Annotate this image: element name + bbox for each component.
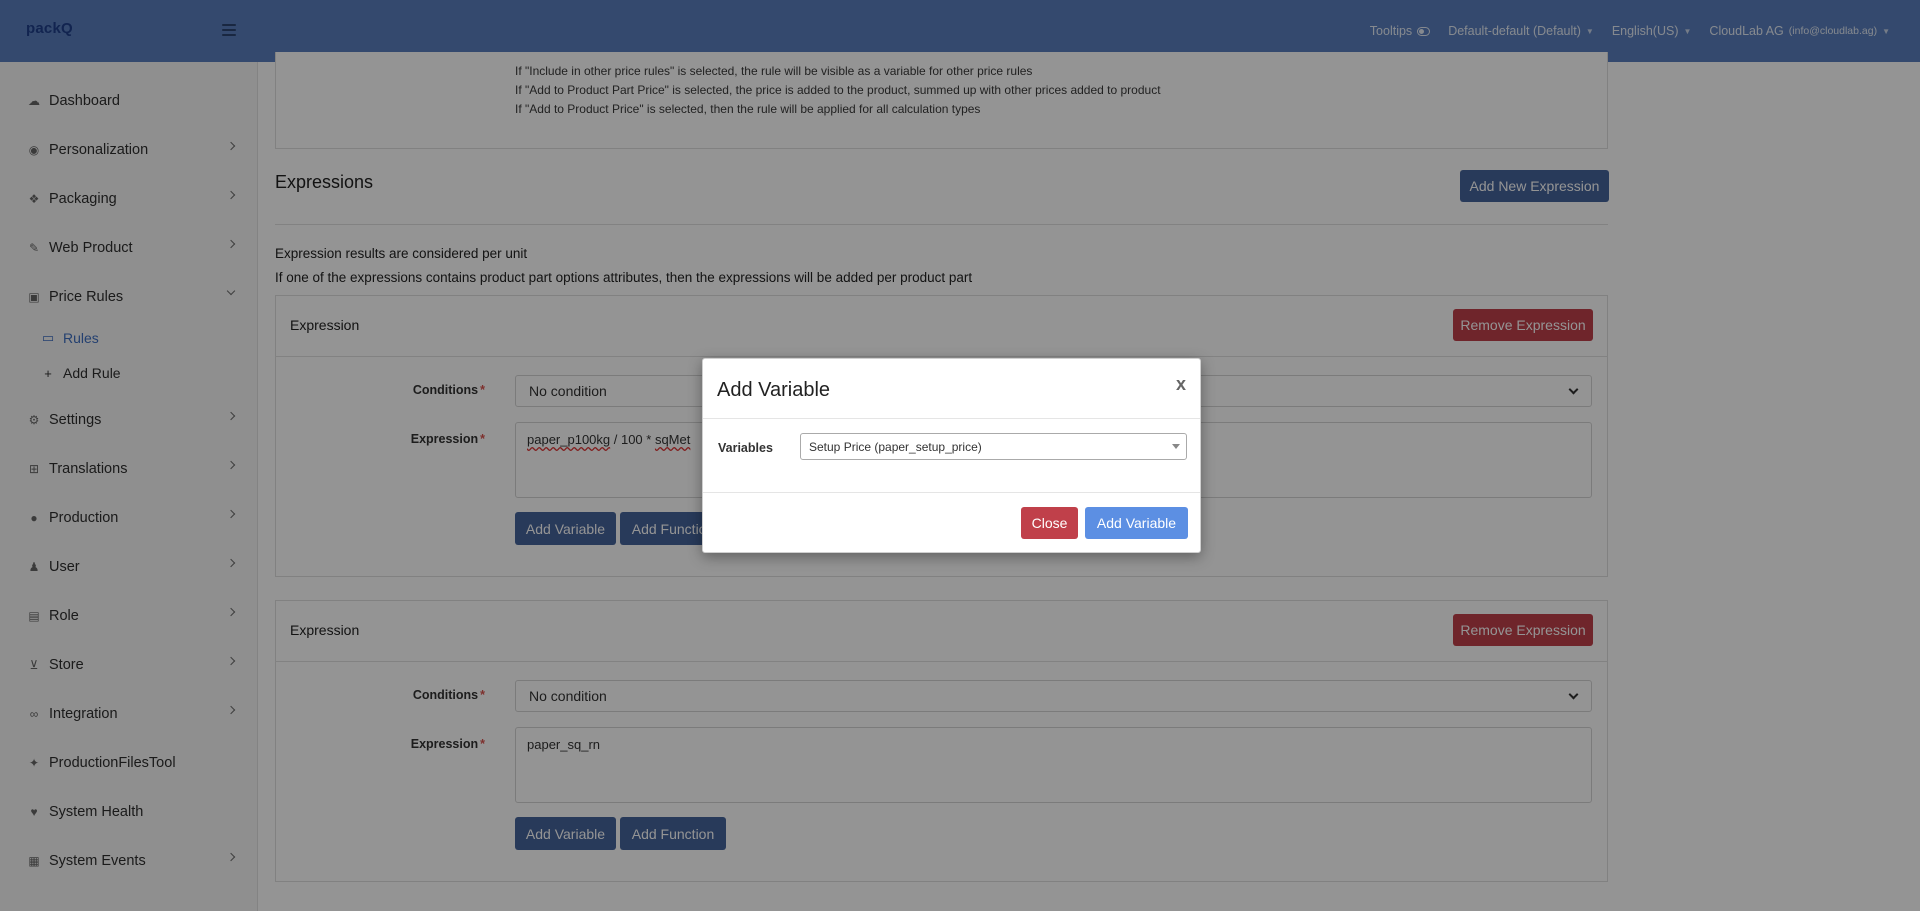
variables-label: Variables xyxy=(718,441,773,455)
variables-select[interactable]: Setup Price (paper_setup_price) xyxy=(800,433,1187,460)
selected-variable: Setup Price (paper_setup_price) xyxy=(809,439,982,454)
modal-title: Add Variable xyxy=(717,379,831,401)
caret-down-icon xyxy=(1172,444,1180,449)
divider xyxy=(703,492,1200,493)
divider xyxy=(703,418,1200,419)
close-icon[interactable]: x xyxy=(1176,375,1186,393)
close-button[interactable]: Close xyxy=(1021,507,1078,539)
add-variable-modal: Add Variable x Variables Setup Price (pa… xyxy=(702,358,1201,553)
confirm-add-variable-button[interactable]: Add Variable xyxy=(1085,507,1188,539)
